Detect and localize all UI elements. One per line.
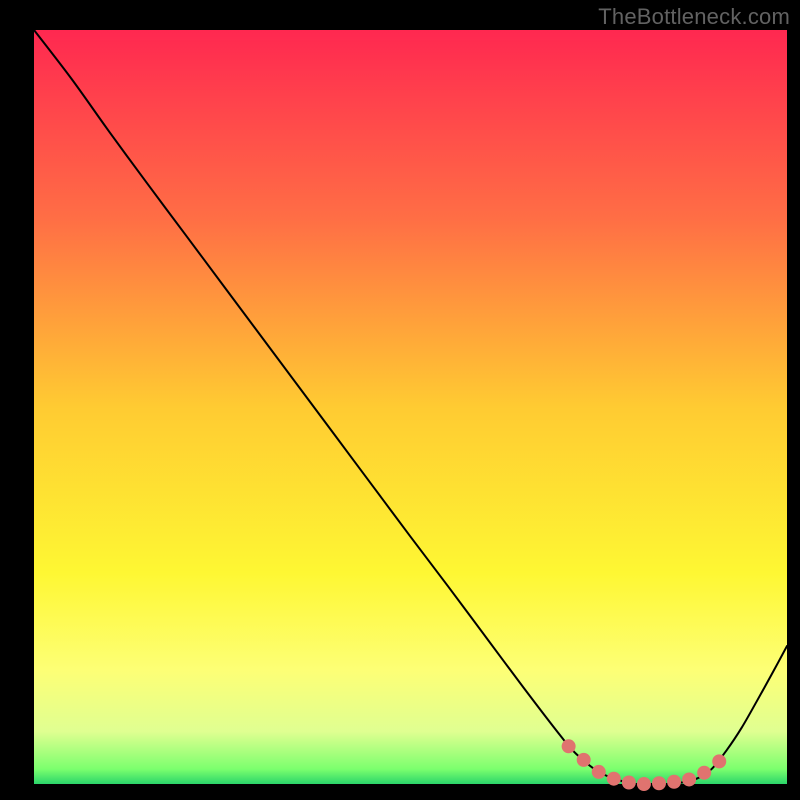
chart-marker: [607, 772, 621, 786]
chart-marker: [637, 777, 651, 791]
bottleneck-chart: [0, 0, 800, 800]
chart-marker: [592, 765, 606, 779]
chart-marker: [562, 739, 576, 753]
chart-gradient-background: [34, 30, 787, 784]
chart-marker: [667, 775, 681, 789]
chart-marker: [577, 753, 591, 767]
chart-marker: [697, 766, 711, 780]
chart-marker: [712, 754, 726, 768]
watermark-text: TheBottleneck.com: [598, 4, 790, 30]
chart-marker: [652, 776, 666, 790]
chart-marker: [682, 772, 696, 786]
chart-frame: { "watermark": "TheBottleneck.com", "plo…: [0, 0, 800, 800]
chart-marker: [622, 775, 636, 789]
